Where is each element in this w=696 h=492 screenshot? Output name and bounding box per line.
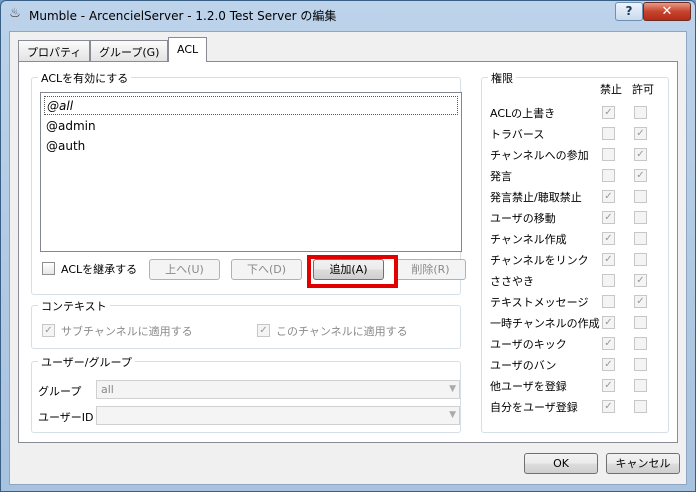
apply-this-channel-label: このチャンネルに適用する bbox=[276, 325, 408, 338]
apply-this-channel-checkbox[interactable]: ✓ bbox=[257, 324, 270, 337]
permission-label: チャンネルをリンク bbox=[490, 254, 589, 267]
move-down-button[interactable]: 下へ(D) bbox=[231, 259, 302, 280]
inherit-acl-checkbox[interactable] bbox=[42, 262, 55, 275]
group-field-label: グループ bbox=[38, 385, 82, 398]
permission-deny-checkbox[interactable]: ✓ bbox=[602, 190, 615, 203]
acl-list[interactable]: @all @admin @auth bbox=[40, 92, 462, 252]
permission-label: 発言 bbox=[490, 170, 512, 183]
permission-label: 他ユーザを登録 bbox=[490, 380, 567, 393]
permission-deny-checkbox[interactable] bbox=[602, 274, 615, 287]
permission-label: 自分をユーザ登録 bbox=[490, 401, 578, 414]
chevron-down-icon: ▼ bbox=[449, 384, 456, 394]
permission-allow-checkbox[interactable] bbox=[634, 190, 647, 203]
permission-deny-checkbox[interactable]: ✓ bbox=[602, 106, 615, 119]
permission-allow-checkbox[interactable]: ✓ bbox=[634, 169, 647, 182]
permission-label: ユーザの移動 bbox=[490, 212, 556, 225]
permission-label: チャンネルへの参加 bbox=[490, 149, 589, 162]
permission-allow-checkbox[interactable] bbox=[634, 316, 647, 329]
inherit-acl-label: ACLを継承する bbox=[61, 263, 138, 276]
window-title: Mumble - ArcencielServer - 1.2.0 Test Se… bbox=[29, 9, 337, 23]
permission-label: ささやき bbox=[490, 275, 534, 288]
chevron-down-icon: ▼ bbox=[449, 410, 456, 420]
group-select[interactable]: all ▼ bbox=[96, 380, 460, 399]
permissions-group: 権限 禁止 許可 ACLの上書き ✓ トラバース ✓ チャンネルへの参加 ✓ 発言 ✓ 発言禁止… bbox=[481, 70, 669, 433]
acl-list-item-auth[interactable]: @auth bbox=[44, 137, 87, 156]
permission-deny-checkbox[interactable] bbox=[602, 169, 615, 182]
deny-column-header: 禁止 bbox=[600, 83, 622, 96]
permission-deny-checkbox[interactable]: ✓ bbox=[602, 358, 615, 371]
permission-allow-checkbox[interactable]: ✓ bbox=[634, 148, 647, 161]
permission-allow-checkbox[interactable] bbox=[634, 106, 647, 119]
group-select-value: all bbox=[101, 383, 114, 396]
userid-field-label: ユーザーID bbox=[38, 411, 94, 424]
cancel-button[interactable]: キャンセル bbox=[606, 453, 680, 474]
permission-allow-checkbox[interactable] bbox=[634, 232, 647, 245]
permission-deny-checkbox[interactable]: ✓ bbox=[602, 253, 615, 266]
move-up-button[interactable]: 上へ(U) bbox=[149, 259, 220, 280]
acl-list-item-all[interactable]: @all bbox=[44, 96, 458, 115]
permission-allow-checkbox[interactable] bbox=[634, 358, 647, 371]
permission-label: ユーザのバン bbox=[490, 359, 557, 372]
permission-deny-checkbox[interactable]: ✓ bbox=[602, 232, 615, 245]
acl-enable-group-label: ACLを有効にする bbox=[38, 70, 132, 86]
allow-column-header: 許可 bbox=[632, 83, 654, 96]
permission-label: テキストメッセージ bbox=[490, 296, 589, 309]
permission-label: ユーザのキック bbox=[490, 338, 567, 351]
permission-deny-checkbox[interactable] bbox=[602, 148, 615, 161]
permission-label: チャンネル作成 bbox=[490, 233, 567, 246]
tab-groups[interactable]: グループ(G) bbox=[90, 40, 169, 61]
ok-button[interactable]: OK bbox=[524, 453, 598, 474]
help-button[interactable]: ? bbox=[615, 2, 643, 21]
title-bar[interactable]: ♨ Mumble - ArcencielServer - 1.2.0 Test … bbox=[1, 1, 695, 29]
close-button[interactable]: ✕ bbox=[643, 2, 691, 21]
permission-deny-checkbox[interactable]: ✓ bbox=[602, 337, 615, 350]
userid-select[interactable]: ▼ bbox=[96, 406, 460, 425]
permission-label: ACLの上書き bbox=[490, 107, 556, 120]
permission-deny-checkbox[interactable] bbox=[602, 127, 615, 140]
tab-acl[interactable]: ACL bbox=[168, 37, 208, 62]
permission-allow-checkbox[interactable] bbox=[634, 400, 647, 413]
tab-properties[interactable]: プロパティ bbox=[18, 40, 91, 61]
acl-list-item-admin[interactable]: @admin bbox=[44, 117, 98, 136]
edit-channel-window: ♨ Mumble - ArcencielServer - 1.2.0 Test … bbox=[0, 0, 696, 492]
permission-deny-checkbox[interactable]: ✓ bbox=[602, 316, 615, 329]
mumble-icon: ♨ bbox=[9, 6, 21, 21]
add-button-highlight bbox=[307, 255, 398, 288]
dialog-body: プロパティ グループ(G) ACL ACLを有効にする @all @admin … bbox=[9, 31, 687, 485]
permissions-group-label: 権限 bbox=[488, 70, 516, 86]
permission-allow-checkbox[interactable] bbox=[634, 253, 647, 266]
permission-deny-checkbox[interactable]: ✓ bbox=[602, 400, 615, 413]
permission-label: 一時チャンネルの作成 bbox=[490, 317, 600, 330]
acl-tab-panel: ACLを有効にする @all @admin @auth ACLを継承する 上へ(… bbox=[18, 61, 678, 443]
apply-subchannels-checkbox[interactable]: ✓ bbox=[42, 324, 55, 337]
permission-deny-checkbox[interactable]: ✓ bbox=[602, 379, 615, 392]
permission-allow-checkbox[interactable]: ✓ bbox=[634, 295, 647, 308]
permission-allow-checkbox[interactable] bbox=[634, 379, 647, 392]
user-group-group: ユーザー/グループ グループ all ▼ ユーザーID ▼ bbox=[31, 354, 461, 433]
permission-deny-checkbox[interactable] bbox=[602, 295, 615, 308]
user-group-label: ユーザー/グループ bbox=[38, 354, 135, 370]
permission-label: 発言禁止/聴取禁止 bbox=[490, 191, 582, 204]
permission-deny-checkbox[interactable]: ✓ bbox=[602, 211, 615, 224]
context-group: コンテキスト ✓ サブチャンネルに適用する ✓ このチャンネルに適用する bbox=[31, 298, 461, 349]
permission-allow-checkbox[interactable]: ✓ bbox=[634, 127, 647, 140]
permission-allow-checkbox[interactable]: ✓ bbox=[634, 274, 647, 287]
context-group-label: コンテキスト bbox=[38, 298, 110, 314]
remove-button[interactable]: 削除(R) bbox=[395, 259, 466, 280]
permission-allow-checkbox[interactable] bbox=[634, 211, 647, 224]
apply-subchannels-label: サブチャンネルに適用する bbox=[61, 325, 193, 338]
permission-allow-checkbox[interactable] bbox=[634, 337, 647, 350]
permission-label: トラバース bbox=[490, 128, 545, 141]
